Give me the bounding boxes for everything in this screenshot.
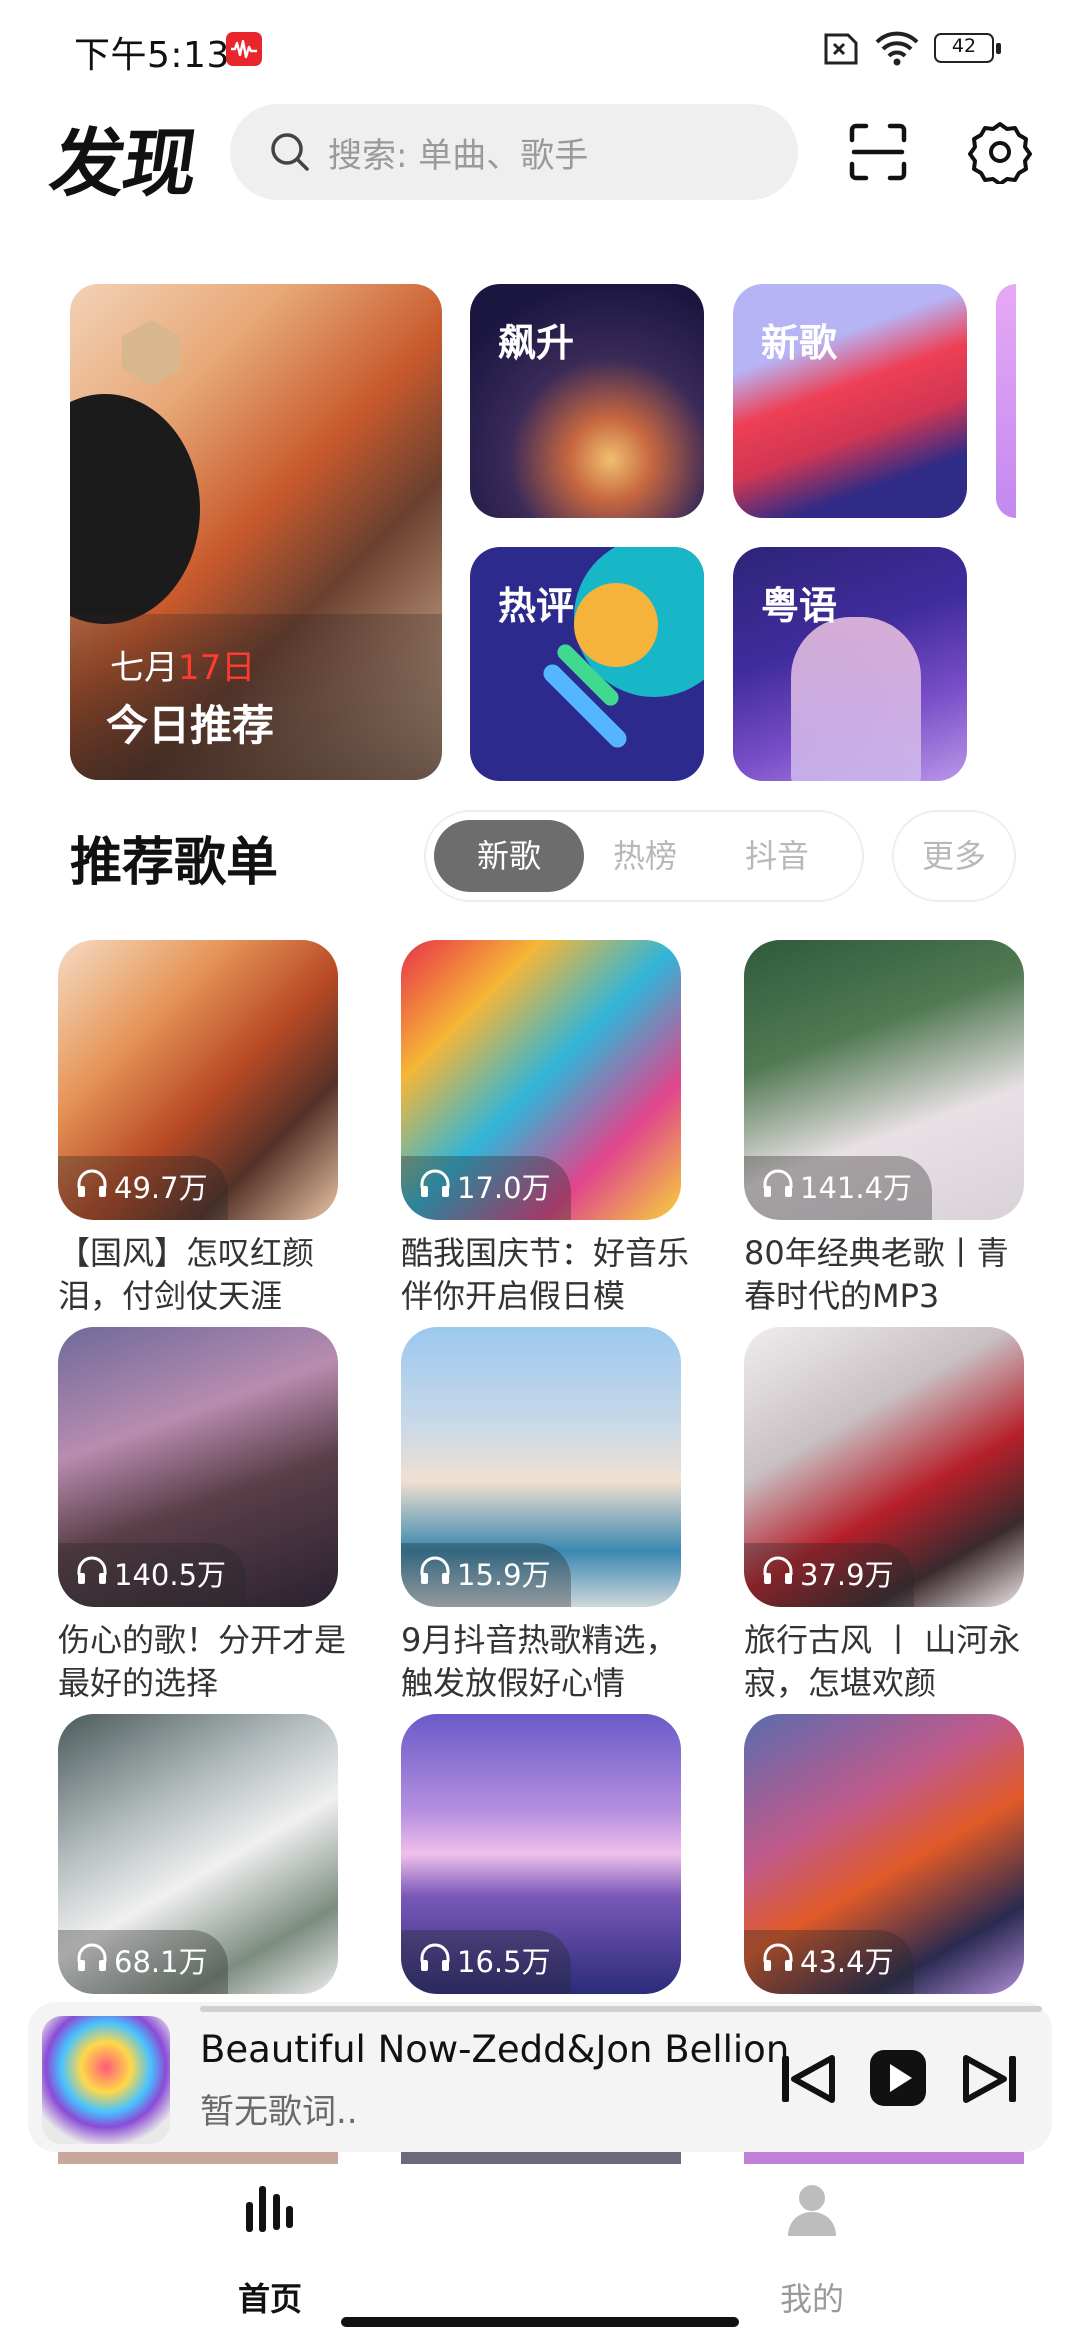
headphones-icon [419,1543,451,1607]
tile-label: 粤语 [761,584,838,628]
headphones-icon [762,1930,794,1994]
lyric-text: 暂无歌词.. [200,2092,358,2132]
vinyl-record-icon [70,394,200,624]
playlist-caption: 9月抖音热歌精选，触发放假好心情 [401,1621,678,1702]
play-count: 15.9万 [401,1543,571,1607]
play-count: 37.9万 [744,1543,914,1607]
play-count: 141.4万 [744,1156,933,1220]
playlist-caption: 酷我国庆节：好音乐伴你开启假日模 [401,1234,690,1315]
home-indicator[interactable] [341,2317,739,2327]
date-label: 七月17日 [110,640,255,689]
playlist-caption: 旅行古风 丨 山河永寂，怎堪欢颜 [744,1621,1021,1702]
tile-rising[interactable]: 飙升 [470,284,704,518]
playlist-cover: 68.1万 [58,1714,338,1994]
playlist-caption: 【国风】怎叹红颜泪，付剑仗天涯 [58,1234,315,1315]
daily-recommend-label: 今日推荐 [106,701,275,750]
playlist-cover: 37.9万 [744,1327,1024,1607]
playlist-cover: 16.5万 [401,1714,681,1994]
status-bar: 下午5:13 42 [0,0,1080,95]
headphones-icon [76,1930,108,1994]
tab-new[interactable]: 新歌 [434,820,584,892]
tile-next-partial[interactable] [996,284,1016,518]
previous-icon[interactable] [778,2052,838,2110]
tab-douyin[interactable]: 抖音 [702,820,852,892]
headphones-icon [419,1930,451,1994]
playlist-cover: 17.0万 [401,940,681,1220]
play-icon[interactable] [867,2047,929,2113]
play-count: 17.0万 [401,1156,571,1220]
home-bars-icon [240,2186,300,2244]
section-title: 推荐歌单 [70,833,279,893]
more-button[interactable]: 更多 [892,810,1016,902]
status-time: 下午5:13 [74,35,230,76]
headphones-icon [762,1156,794,1220]
playlist-cover: 141.4万 [744,940,1024,1220]
headphones-icon [419,1156,451,1220]
diamond-badge-icon [122,320,180,386]
tab-hot[interactable]: 热榜 [570,820,720,892]
bottom-nav: 首页 我的 [0,2164,1080,2340]
playlist-caption: 80年经典老歌丨青春时代的MP3 [744,1234,1009,1315]
headphones-icon [76,1156,108,1220]
month: 七月 [110,648,178,688]
play-count: 43.4万 [744,1930,914,1994]
album-art [42,2016,170,2144]
play-count: 68.1万 [58,1930,228,1994]
header: 发现 搜索: 单曲、歌手 [0,96,1080,216]
nav-home-label: 首页 [237,2280,302,2318]
playback-progress[interactable] [200,2006,1042,2012]
play-count: 140.5万 [58,1543,247,1607]
nav-mine[interactable]: 我的 [712,2180,912,2318]
page-title: 发现 [45,121,202,207]
battery-icon: 42 [934,33,1004,65]
headphones-icon [76,1543,108,1607]
recorder-icon [226,32,262,66]
mini-player[interactable]: Beautiful Now-Zedd&Jon Bellion 暂无歌词.. [28,2002,1052,2152]
song-title: Beautiful Now-Zedd&Jon Bellion [200,2028,790,2071]
tile-label: 飙升 [498,321,575,365]
user-icon [782,2185,842,2244]
search-input[interactable]: 搜索: 单曲、歌手 [230,104,798,200]
daily-recommend-card[interactable]: 七月17日 今日推荐 [70,284,442,780]
playlist-caption: 伤心的歌！分开才是最好的选择 [58,1621,347,1702]
tile-hot-comments[interactable]: 热评 [470,547,704,781]
no-sim-icon [818,33,858,65]
tile-new-songs[interactable]: 新歌 [733,284,967,518]
next-icon[interactable] [960,2052,1020,2110]
play-count: 49.7万 [58,1156,228,1220]
nav-mine-label: 我的 [779,2280,844,2318]
playlist-tabs: 新歌 热榜 抖音 [424,810,864,902]
playlist-cover: 49.7万 [58,940,338,1220]
headphones-icon [762,1543,794,1607]
search-placeholder: 搜索: 单曲、歌手 [328,136,589,176]
scan-icon[interactable] [848,122,908,182]
wifi-icon [874,30,920,68]
nav-home[interactable]: 首页 [170,2180,370,2318]
search-icon [268,130,312,178]
gear-icon[interactable] [968,120,1032,186]
play-count: 16.5万 [401,1930,571,1994]
tile-label: 新歌 [761,321,838,365]
playlist-cover: 140.5万 [58,1327,338,1607]
battery-level: 42 [951,35,977,57]
playlist-cover: 15.9万 [401,1327,681,1607]
tile-label: 热评 [498,584,575,628]
playlist-cover: 43.4万 [744,1714,1024,1994]
day: 17日 [178,648,256,688]
tile-cantonese[interactable]: 粤语 [733,547,967,781]
